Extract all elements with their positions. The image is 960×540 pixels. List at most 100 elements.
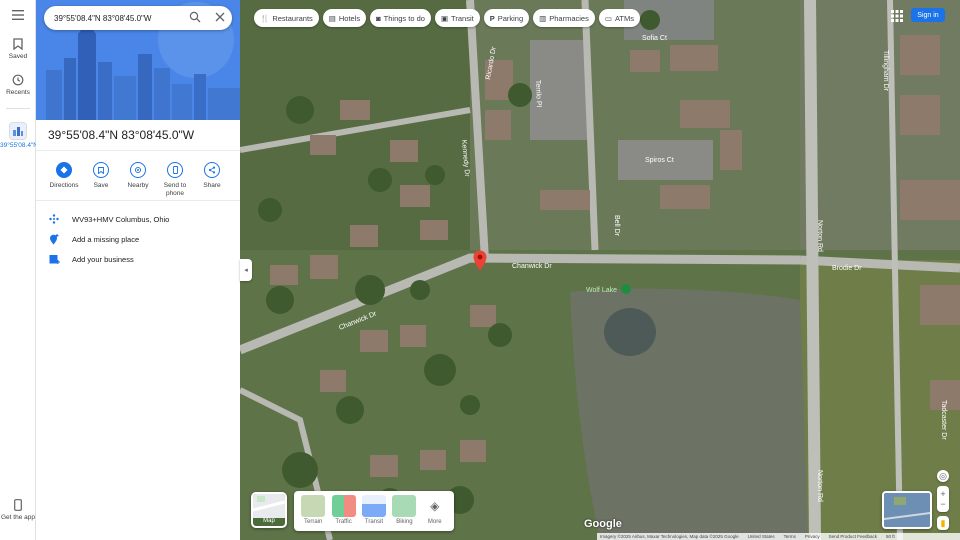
- recents-button[interactable]: Recents: [0, 74, 36, 96]
- pharmacy-icon: ▥: [539, 13, 547, 23]
- train-icon: ▣: [440, 13, 449, 23]
- send-to-phone-button[interactable]: Send to phone: [157, 160, 193, 198]
- attribution-bar: Imagery ©2025 Airbus, Maxar Technologies…: [597, 533, 960, 540]
- sign-in-button[interactable]: Sign in: [911, 8, 945, 22]
- collapse-panel-button[interactable]: ◂: [240, 259, 252, 281]
- plus-code-text: WV93+HMV Columbus, Ohio: [72, 214, 170, 224]
- park-marker-icon[interactable]: [621, 284, 631, 294]
- my-location-button[interactable]: ◎: [937, 470, 949, 482]
- street-label: Bell Dr: [613, 215, 620, 237]
- chip-transit[interactable]: ▣ Transit: [434, 9, 480, 27]
- google-logo: Google: [584, 518, 622, 530]
- scale-label[interactable]: 50 ft: [886, 534, 895, 539]
- history-icon: [12, 74, 24, 86]
- satellite-map[interactable]: Ricardo Dr Kennedy Dr Terrilo Pl Chanwic…: [240, 0, 960, 540]
- chip-label: Hotels: [338, 13, 361, 23]
- chip-hotels[interactable]: ▤ Hotels: [322, 9, 367, 27]
- zoom-out-icon[interactable]: −: [940, 499, 945, 509]
- recent-place-item[interactable]: 39°55'08.4"N: [0, 122, 38, 150]
- apps-grid-icon[interactable]: [890, 9, 904, 23]
- bed-icon: ▤: [328, 13, 336, 23]
- add-business-icon: [48, 254, 60, 264]
- chip-pharmacies[interactable]: ▥ Pharmacies: [533, 9, 595, 27]
- layers-menu: Terrain Traffic Transit Biking ◈ More: [294, 491, 454, 531]
- globe-preview: [884, 493, 930, 527]
- transit-icon: [361, 495, 386, 517]
- street-label: Sofia Ct: [642, 35, 667, 42]
- parking-icon: P: [489, 13, 495, 23]
- share-icon: [204, 162, 220, 178]
- map-preview: [253, 494, 285, 518]
- layer-more[interactable]: ◈ More: [422, 495, 448, 531]
- layer-transit[interactable]: Transit: [361, 495, 387, 531]
- feedback-link[interactable]: Send Product Feedback: [829, 534, 877, 539]
- share-button[interactable]: Share: [194, 160, 230, 198]
- map-layer-toggle[interactable]: Map: [251, 492, 287, 528]
- layer-traffic[interactable]: Traffic: [331, 495, 357, 531]
- layer-label: Terrain: [304, 519, 323, 525]
- crosshair-icon: ◎: [939, 470, 947, 481]
- save-button[interactable]: Save: [83, 160, 119, 198]
- bike-icon: [392, 495, 417, 517]
- street-label: Terrilo Pl: [534, 80, 542, 108]
- menu-button[interactable]: [0, 10, 36, 23]
- zoom-controls: + −: [937, 486, 949, 512]
- layer-terrain[interactable]: Terrain: [300, 495, 326, 531]
- globe-view-thumbnail[interactable]: [882, 491, 932, 529]
- street-label: Tillingham Dr: [882, 50, 889, 92]
- get-app-label: Get the app: [1, 514, 35, 521]
- nearby-label: Nearby: [127, 182, 149, 189]
- add-business-row[interactable]: Add your business: [48, 251, 228, 267]
- layers-icon: ◈: [422, 495, 447, 517]
- chevron-left-icon: ◂: [244, 267, 248, 274]
- country-link[interactable]: United States: [748, 534, 775, 539]
- get-app-button[interactable]: Get the app: [0, 499, 36, 521]
- zoom-in-icon[interactable]: +: [940, 489, 945, 499]
- chip-label: Pharmacies: [549, 13, 589, 23]
- nearby-button[interactable]: Nearby: [120, 160, 156, 198]
- street-label: Chanwick Dr: [512, 263, 552, 270]
- hero-image: [36, 0, 240, 120]
- search-input[interactable]: [54, 10, 184, 26]
- chip-restaurants[interactable]: 🍴 Restaurants: [254, 9, 319, 27]
- left-rail: Saved Recents 39°55'08.4"N Get the app: [0, 0, 38, 540]
- chip-parking[interactable]: P Parking: [483, 9, 530, 27]
- directions-button[interactable]: Directions: [46, 160, 82, 198]
- saved-label: Saved: [8, 53, 28, 60]
- street-label: Norton Rd: [816, 470, 823, 502]
- atm-icon: ▭: [604, 13, 612, 23]
- layer-label: More: [427, 519, 442, 525]
- close-icon[interactable]: [214, 11, 226, 23]
- layer-label: Traffic: [335, 519, 352, 525]
- satellite-imagery: Ricardo Dr Kennedy Dr Terrilo Pl Chanwic…: [240, 0, 960, 540]
- pegman-button[interactable]: ▮: [937, 516, 949, 530]
- chip-label: Things to do: [383, 13, 425, 23]
- chip-label: Parking: [497, 13, 524, 23]
- nearby-icon: [130, 162, 146, 178]
- location-pin-icon[interactable]: [473, 250, 487, 271]
- pegman-icon: ▮: [940, 517, 946, 528]
- divider: [36, 150, 240, 151]
- layer-label: Biking: [396, 519, 413, 525]
- layer-biking[interactable]: Biking: [391, 495, 417, 531]
- search-icon[interactable]: [189, 11, 201, 23]
- camera-icon: ◙: [376, 13, 381, 23]
- saved-button[interactable]: Saved: [0, 38, 36, 60]
- chip-things-to-do[interactable]: ◙ Things to do: [370, 9, 431, 27]
- directions-icon: [56, 162, 72, 178]
- place-label: Wolf Lake: [586, 287, 617, 294]
- place-title: 39°55'08.4"N 83°08'45.0"W: [48, 128, 195, 142]
- street-label: Spiros Ct: [645, 157, 674, 164]
- plus-code-row[interactable]: WV93+HMV Columbus, Ohio: [48, 211, 228, 227]
- terms-link[interactable]: Terms: [784, 534, 796, 539]
- chip-atms[interactable]: ▭ ATMs: [598, 9, 640, 27]
- add-missing-place-row[interactable]: Add a missing place: [48, 231, 228, 247]
- save-label: Save: [93, 182, 109, 189]
- menu-icon: [12, 10, 24, 20]
- recent-place-label: 39°55'08.4"N: [0, 142, 38, 149]
- search-box[interactable]: [44, 6, 232, 30]
- city-icon: [13, 127, 23, 136]
- privacy-link[interactable]: Privacy: [805, 534, 820, 539]
- share-label: Share: [203, 182, 221, 189]
- add-business-text: Add your business: [72, 254, 134, 264]
